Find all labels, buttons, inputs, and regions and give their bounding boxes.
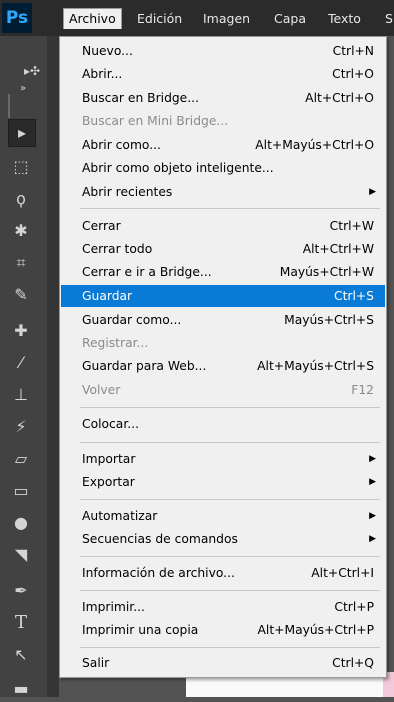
rectangle-icon[interactable]: ▬ — [8, 676, 34, 702]
panel-grip[interactable] — [8, 94, 10, 118]
blur-icon[interactable]: ● — [8, 510, 34, 536]
submenu-arrow-icon: ▶ — [369, 477, 376, 487]
expand-panel-icon[interactable]: » — [10, 82, 36, 96]
marquee-icon[interactable]: ⬚ — [8, 154, 34, 180]
menu-item-automatizar[interactable]: Automatizar ▶ — [60, 505, 386, 527]
menu-separator — [80, 647, 380, 648]
menu-item-salir[interactable]: Salir Ctrl+Q — [60, 652, 386, 674]
dodge-icon[interactable]: ◥ — [8, 542, 34, 568]
menu-imagen[interactable]: Imagen — [203, 9, 250, 29]
menu-item-guardar-como[interactable]: Guardar como... Mayús+Ctrl+S — [60, 309, 386, 331]
menu-item-cerrar-e-ir-a-bridge[interactable]: Cerrar e ir a Bridge... Mayús+Ctrl+W — [60, 261, 386, 283]
move-icon[interactable]: ▸ — [8, 119, 36, 147]
path-selection-icon[interactable]: ↖ — [8, 642, 34, 668]
submenu-arrow-icon: ▶ — [369, 187, 376, 197]
menu-item-imprimir-una-copia[interactable]: Imprimir una copia Alt+Mayús+Ctrl+P — [60, 619, 386, 641]
menu-edicion[interactable]: Edición — [137, 9, 182, 29]
healing-brush-icon[interactable]: ✚ — [8, 318, 34, 344]
menu-separator — [80, 208, 380, 209]
menu-item-importar[interactable]: Importar ▶ — [60, 448, 386, 470]
move-options-icon[interactable]: ▸✣ — [18, 58, 46, 84]
history-brush-icon[interactable]: ⚡ — [8, 414, 34, 440]
menu-item-abrir[interactable]: Abrir... Ctrl+O — [60, 63, 386, 85]
menu-item-guardar[interactable]: Guardar Ctrl+S — [61, 285, 385, 307]
menu-item-registrar[interactable]: Registrar... — [60, 332, 386, 354]
menu-separator — [80, 499, 380, 500]
brush-icon[interactable]: ⁄ — [8, 350, 34, 376]
menu-item-abrir-recientes[interactable]: Abrir recientes ▶ — [60, 181, 386, 203]
crop-icon[interactable]: ⌗ — [8, 250, 34, 276]
clone-stamp-icon[interactable]: ⊥ — [8, 382, 34, 408]
menu-separator — [80, 556, 380, 557]
photoshop-logo: Ps — [2, 3, 32, 33]
menu-capa[interactable]: Capa — [274, 9, 306, 29]
submenu-arrow-icon: ▶ — [369, 511, 376, 521]
menu-item-informacion-de-archivo[interactable]: Información de archivo... Alt+Ctrl+I — [60, 562, 386, 584]
gradient-icon[interactable]: ▭ — [8, 478, 34, 504]
menu-texto[interactable]: Texto — [328, 9, 361, 29]
menu-item-exportar[interactable]: Exportar ▶ — [60, 471, 386, 493]
menu-item-volver[interactable]: Volver F12 — [60, 379, 386, 401]
menu-item-secuencias-de-comandos[interactable]: Secuencias de comandos ▶ — [60, 528, 386, 550]
menu-item-guardar-para-web[interactable]: Guardar para Web... Alt+Mayús+Ctrl+S — [60, 355, 386, 377]
menu-item-cerrar-todo[interactable]: Cerrar todo Alt+Ctrl+W — [60, 238, 386, 260]
type-icon[interactable]: T — [8, 610, 34, 636]
menu-item-abrir-como[interactable]: Abrir como... Alt+Mayús+Ctrl+O — [60, 134, 386, 156]
submenu-arrow-icon: ▶ — [369, 534, 376, 544]
menu-archivo[interactable]: Archivo — [63, 8, 122, 29]
menu-seleccion-partial[interactable]: S — [385, 9, 393, 29]
menu-item-nuevo[interactable]: Nuevo... Ctrl+N — [60, 40, 386, 62]
menu-separator — [80, 407, 380, 408]
menu-item-colocar[interactable]: Colocar... — [60, 413, 386, 435]
menu-bar: Ps Archivo Edición Imagen Capa Texto S — [0, 0, 394, 36]
file-menu-dropdown: Nuevo... Ctrl+N Abrir... Ctrl+O Buscar e… — [59, 36, 387, 678]
menu-item-buscar-en-bridge[interactable]: Buscar en Bridge... Alt+Ctrl+O — [60, 87, 386, 109]
menu-separator — [80, 590, 380, 591]
menu-item-buscar-en-mini-bridge[interactable]: Buscar en Mini Bridge... — [60, 110, 386, 132]
menu-item-cerrar[interactable]: Cerrar Ctrl+W — [60, 215, 386, 237]
eyedropper-icon[interactable]: ✎ — [8, 282, 34, 308]
menu-item-imprimir[interactable]: Imprimir... Ctrl+P — [60, 596, 386, 618]
lasso-icon[interactable]: ϙ — [8, 186, 34, 212]
eraser-icon[interactable]: ▱ — [8, 446, 34, 472]
submenu-arrow-icon: ▶ — [369, 454, 376, 464]
menu-item-abrir-como-objeto-inteligente[interactable]: Abrir como objeto inteligente... — [60, 157, 386, 179]
menu-separator — [80, 442, 380, 443]
tools-panel: ▸✣ » ▸ ⬚ ϙ ✱ ⌗ ✎ ✚ ⁄ ⊥ ⚡ ▱ ▭ ● ◥ ✒ T ↖ ▬ — [0, 36, 47, 698]
toolbar-edge — [47, 36, 59, 697]
magic-wand-icon[interactable]: ✱ — [8, 218, 34, 244]
pen-icon[interactable]: ✒ — [8, 578, 34, 604]
